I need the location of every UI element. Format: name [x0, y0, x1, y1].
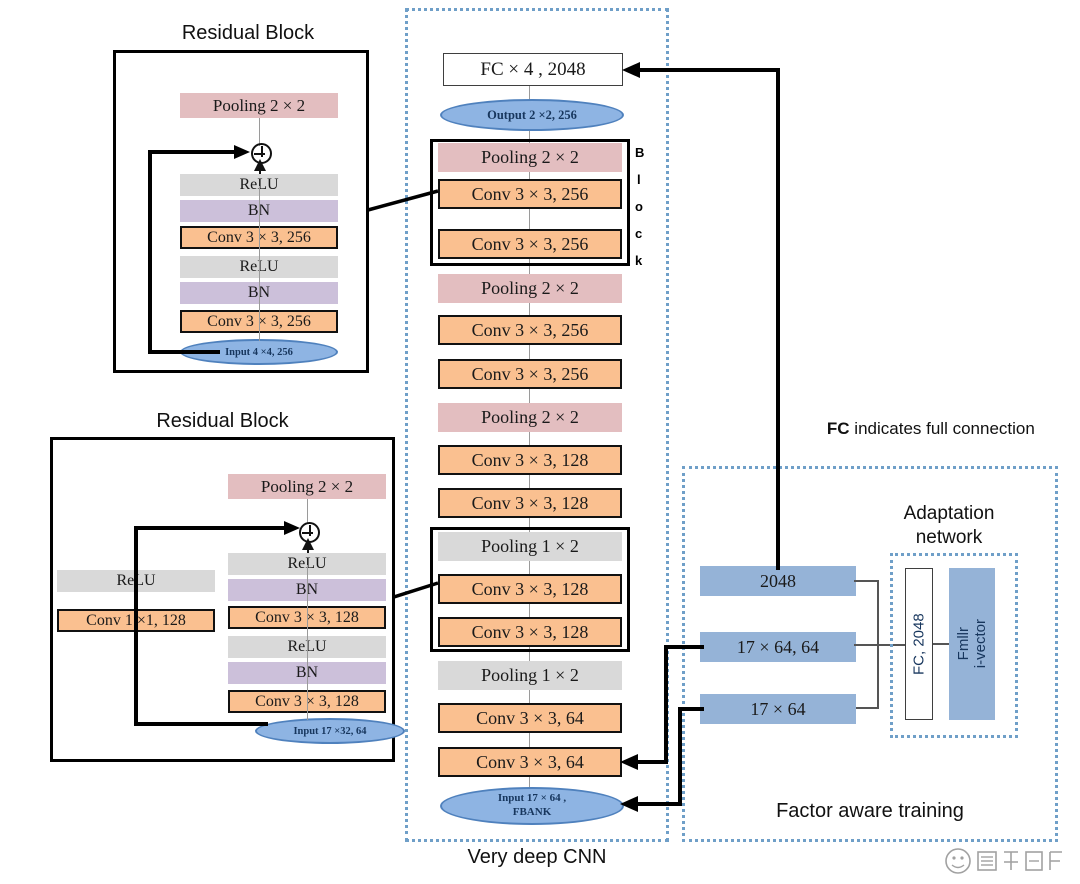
- residual-block-bottom-caption: Residual Block: [156, 410, 289, 432]
- fc-note-bold: FC: [826, 419, 850, 438]
- adaptation-fmllr-ivector-box[interactable]: Fmllr i-vector: [949, 568, 995, 720]
- adaptation-fc-box[interactable]: FC, 2048: [905, 568, 933, 720]
- cnn-pool3[interactable]: Pooling 2 × 2: [438, 403, 622, 432]
- fc-note: FC indicates full connection: [808, 399, 1035, 459]
- cnn-pool1[interactable]: Pooling 2 × 2: [438, 143, 622, 172]
- res-top-skip-connection: [148, 145, 250, 354]
- cnn-conv4[interactable]: Conv 3 × 3, 256: [438, 359, 622, 389]
- cnn-conv10[interactable]: Conv 3 × 3, 64: [438, 747, 622, 777]
- arrow-2048-to-fc4: [622, 62, 780, 570]
- cnn-conv3[interactable]: Conv 3 × 3, 256: [438, 315, 622, 345]
- factor-aware-training-caption: Factor aware training: [776, 800, 964, 822]
- arrow-17x64-to-input-ellipse: [620, 707, 704, 812]
- adaptation-network-caption-line2: network: [915, 527, 983, 548]
- cnn-conv1[interactable]: Conv 3 × 3, 256: [438, 179, 622, 209]
- very-deep-cnn-caption: Very deep CNN: [467, 846, 607, 868]
- cnn-pool2[interactable]: Pooling 2 × 2: [438, 274, 622, 303]
- cnn-pool4[interactable]: Pooling 1 × 2: [438, 532, 622, 561]
- adaptation-fc-to-fmllr-link: [933, 643, 949, 645]
- res-top-pooling[interactable]: Pooling 2 × 2: [180, 93, 338, 118]
- adaptation-ivector-line: i-vector: [972, 619, 989, 669]
- adaptation-fmllr-line: Fmllr: [955, 627, 972, 661]
- res-bot-pooling[interactable]: Pooling 2 × 2: [228, 474, 386, 499]
- cnn-conv6[interactable]: Conv 3 × 3, 128: [438, 488, 622, 518]
- cnn-conv2[interactable]: Conv 3 × 3, 256: [438, 229, 622, 259]
- cnn-conv7[interactable]: Conv 3 × 3, 128: [438, 574, 622, 604]
- leader-top-residual-to-cnn: [368, 189, 439, 212]
- fa-bar-17x64[interactable]: 17 × 64: [700, 694, 856, 724]
- res-bot-skip-connection: [134, 521, 300, 726]
- fc-note-rest: indicates full connection: [849, 419, 1035, 438]
- watermark-logo: [945, 848, 1062, 874]
- cnn-pool5[interactable]: Pooling 1 × 2: [438, 661, 622, 690]
- adaptation-network-caption-line1: Adaptation: [903, 503, 995, 524]
- cnn-output-ellipse: Output 2 ×2, 256: [440, 99, 624, 131]
- cnn-conv9[interactable]: Conv 3 × 3, 64: [438, 703, 622, 733]
- cnn-conv8[interactable]: Conv 3 × 3, 128: [438, 617, 622, 647]
- cnn-input-ellipse-line1: Input 17 × 64 ,: [497, 792, 567, 805]
- residual-block-top-caption: Residual Block: [181, 22, 315, 44]
- cnn-conv5[interactable]: Conv 3 × 3, 128: [438, 445, 622, 475]
- cnn-fc4-box[interactable]: FC × 4 , 2048: [443, 53, 623, 86]
- cnn-input-ellipse-line2: FBANK: [512, 806, 552, 818]
- diagram-canvas: Very deep CNN FC × 4 , 2048 Output 2 ×2,…: [0, 0, 1080, 884]
- leader-bottom-residual-to-cnn: [394, 581, 439, 599]
- cnn-input-ellipse: Input 17 × 64 , FBANK: [440, 787, 624, 825]
- fa-bar-17x64x64[interactable]: 17 × 64, 64: [700, 632, 856, 662]
